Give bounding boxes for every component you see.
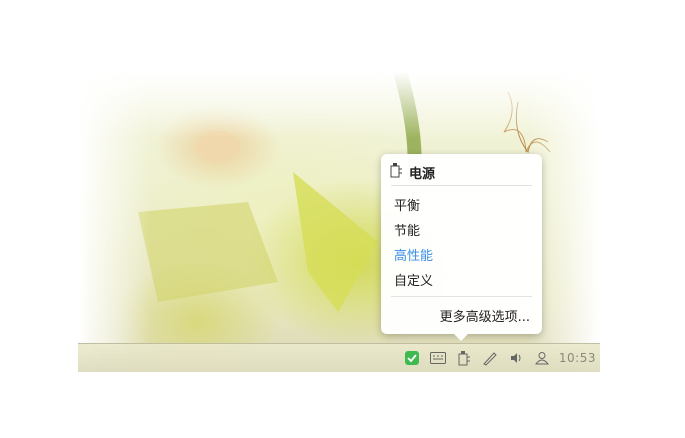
power-plug-icon[interactable] bbox=[455, 349, 473, 367]
power-option-high-performance[interactable]: 高性能 bbox=[394, 245, 433, 264]
keyboard-icon[interactable] bbox=[429, 349, 447, 367]
menu-divider bbox=[391, 185, 532, 186]
power-option-custom[interactable]: 自定义 bbox=[394, 270, 433, 289]
clock[interactable]: 10:53 bbox=[559, 351, 596, 365]
security-check-icon[interactable] bbox=[403, 349, 421, 367]
user-icon[interactable] bbox=[533, 349, 551, 367]
menu-divider bbox=[391, 296, 532, 297]
system-tray: 10:53 bbox=[403, 344, 600, 372]
power-option-balanced[interactable]: 平衡 bbox=[394, 195, 420, 214]
power-plug-icon bbox=[389, 162, 403, 182]
menu-pointer bbox=[454, 334, 468, 341]
power-menu-header: 电源 bbox=[389, 162, 435, 182]
power-menu-title: 电源 bbox=[409, 166, 436, 182]
more-advanced-options-link[interactable]: 更多高级选项... bbox=[440, 306, 530, 325]
power-menu: 电源 平衡 节能 高性能 自定义 更多高级选项... bbox=[381, 154, 542, 341]
power-option-saver[interactable]: 节能 bbox=[394, 220, 420, 239]
taskbar: 10:53 bbox=[78, 343, 600, 372]
pen-icon[interactable] bbox=[481, 349, 499, 367]
volume-icon[interactable] bbox=[507, 349, 525, 367]
